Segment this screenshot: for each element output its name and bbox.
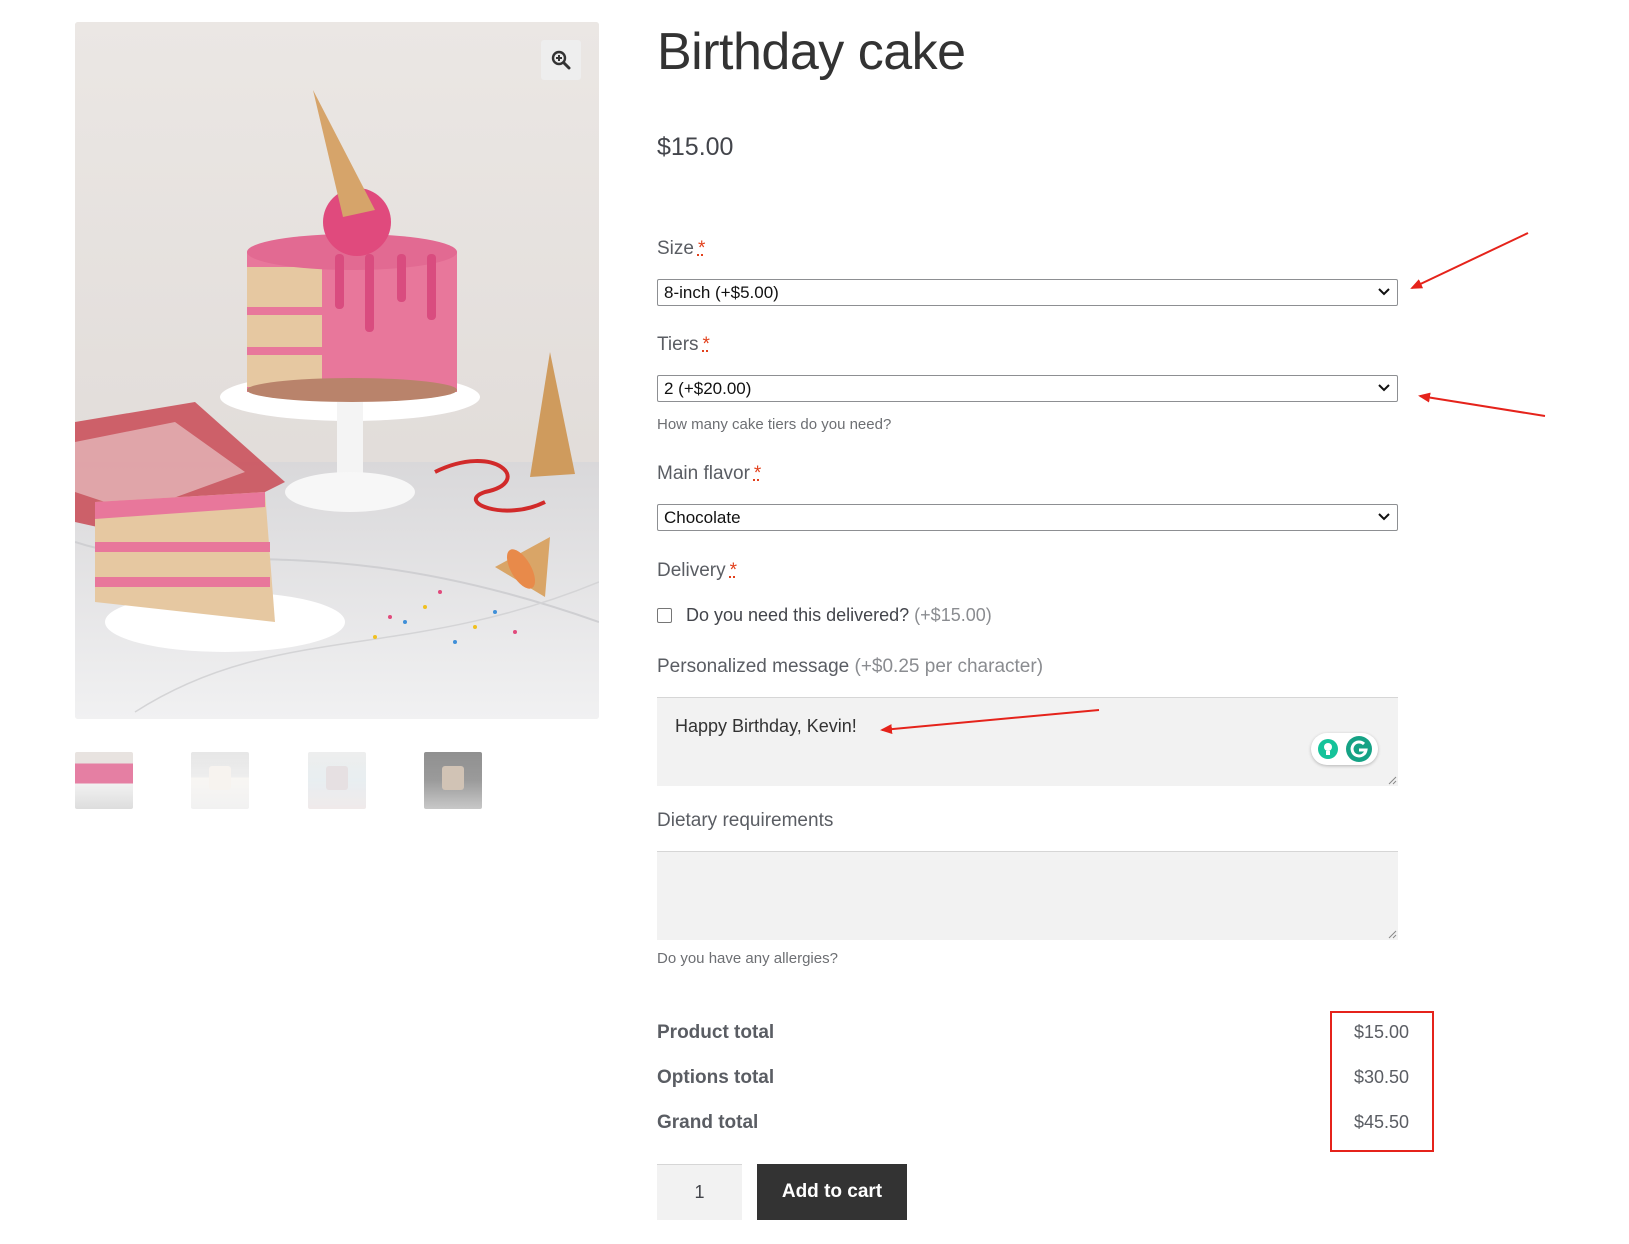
gallery-thumbnail-3[interactable]	[308, 752, 366, 809]
delivery-checkbox-label[interactable]: Do you need this delivered? (+$15.00)	[686, 605, 992, 626]
flavor-select[interactable]: Chocolate	[657, 504, 1398, 531]
gallery-thumbnail-4[interactable]	[424, 752, 482, 809]
flavor-label: Main flavor *	[657, 463, 762, 484]
tiers-help-text: How many cake tiers do you need?	[657, 416, 892, 433]
dietary-label: Dietary requirements	[657, 810, 834, 831]
grammarly-logo-icon	[1345, 736, 1372, 762]
zoom-button[interactable]	[541, 40, 581, 80]
tiers-selected-value: 2 (+$20.00)	[664, 379, 752, 398]
gallery-thumbnail-2[interactable]	[191, 752, 249, 809]
delivery-label: Delivery *	[657, 560, 738, 581]
options-total-label: Options total	[657, 1067, 775, 1088]
add-to-cart-button[interactable]: Add to cart	[757, 1164, 907, 1220]
product-price: $15.00	[657, 133, 734, 161]
message-label: Personalized message (+$0.25 per charact…	[657, 656, 1044, 677]
dietary-textarea[interactable]	[657, 851, 1398, 940]
quantity-input[interactable]: 1	[657, 1164, 742, 1220]
required-mark: *	[753, 463, 762, 484]
grand-total-label: Grand total	[657, 1112, 759, 1133]
tiers-label: Tiers *	[657, 334, 710, 355]
required-mark: *	[697, 238, 706, 259]
message-price-note: (+$0.25 per character)	[854, 656, 1044, 677]
magnifier-plus-icon	[551, 50, 571, 70]
required-mark: *	[702, 334, 710, 355]
gallery-thumbnail-1[interactable]	[75, 752, 133, 809]
delivery-price: (+$15.00)	[914, 605, 992, 625]
size-select[interactable]: 8-inch (+$5.00)	[657, 279, 1398, 306]
cake-illustration	[75, 22, 599, 719]
totals-highlight-box	[1330, 1011, 1434, 1152]
grammarly-widget[interactable]	[1311, 733, 1378, 765]
message-textarea[interactable]: Happy Birthday, Kevin!	[657, 697, 1398, 786]
product-title: Birthday cake	[657, 23, 966, 81]
delivery-checkbox[interactable]	[657, 608, 672, 623]
size-selected-value: 8-inch (+$5.00)	[664, 283, 779, 302]
message-value: Happy Birthday, Kevin!	[675, 716, 857, 736]
resize-handle-icon[interactable]	[1387, 929, 1397, 939]
arrow-to-tiers-select	[1418, 392, 1546, 417]
lightbulb-icon	[1317, 739, 1338, 759]
product-main-image[interactable]	[75, 22, 599, 719]
size-label: Size *	[657, 238, 706, 259]
chevron-down-icon	[1378, 384, 1390, 392]
resize-handle-icon[interactable]	[1387, 775, 1397, 785]
flavor-selected-value: Chocolate	[664, 508, 741, 527]
chevron-down-icon	[1378, 288, 1390, 296]
tiers-select[interactable]: 2 (+$20.00)	[657, 375, 1398, 402]
required-mark: *	[729, 560, 738, 581]
arrow-to-size-select	[1410, 232, 1529, 289]
dietary-help-text: Do you have any allergies?	[657, 950, 838, 967]
product-total-label: Product total	[657, 1022, 775, 1043]
chevron-down-icon	[1378, 513, 1390, 521]
